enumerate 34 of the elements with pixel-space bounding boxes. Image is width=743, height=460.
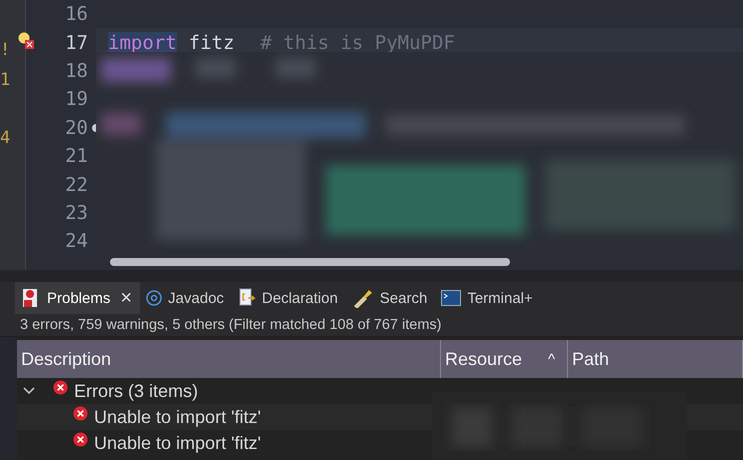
code-token: fitz <box>188 32 234 54</box>
view-tab[interactable]: Javadoc <box>140 282 232 314</box>
pane-sash[interactable] <box>0 270 743 282</box>
document-icon <box>238 288 256 308</box>
view-tab[interactable]: Terminal+ <box>435 282 541 314</box>
line-number: 23 <box>65 202 88 224</box>
ruler-mark: ! <box>0 40 10 60</box>
view-tab[interactable]: Declaration <box>232 282 346 314</box>
problems-summary: 3 errors, 759 warnings, 5 others (Filter matched 108 of 767 items) <box>0 314 743 337</box>
error-icon <box>73 406 88 420</box>
flashlight-icon <box>352 288 374 308</box>
lightbulb-error-icon <box>18 32 34 50</box>
line-number: 18 <box>65 60 88 82</box>
terminal-icon <box>441 290 462 306</box>
caret-icon[interactable] <box>23 385 35 397</box>
line-number: 22 <box>65 174 88 196</box>
view-tab[interactable]: Search <box>346 282 436 314</box>
code-comment: # this is PyMuPDF <box>260 32 455 54</box>
ruler-mark: 4 <box>0 128 10 148</box>
close-icon[interactable]: × <box>120 286 132 310</box>
scrollbar-thumb[interactable] <box>110 258 510 266</box>
at-icon <box>146 290 162 306</box>
code-keyword: import <box>108 32 177 54</box>
sort-indicator: ^ <box>548 350 555 368</box>
error-icon <box>53 380 68 394</box>
line-number: 19 <box>65 88 88 110</box>
line-number: 21 <box>65 145 88 168</box>
error-icon <box>73 432 88 446</box>
line-number: 17 <box>65 32 88 54</box>
line-number: 24 <box>65 230 88 252</box>
line-number: 20 <box>65 116 88 139</box>
line-number: 16 <box>65 3 88 26</box>
ruler-mark: 1 <box>0 70 10 90</box>
view-tab[interactable]: Problems × <box>15 282 140 314</box>
